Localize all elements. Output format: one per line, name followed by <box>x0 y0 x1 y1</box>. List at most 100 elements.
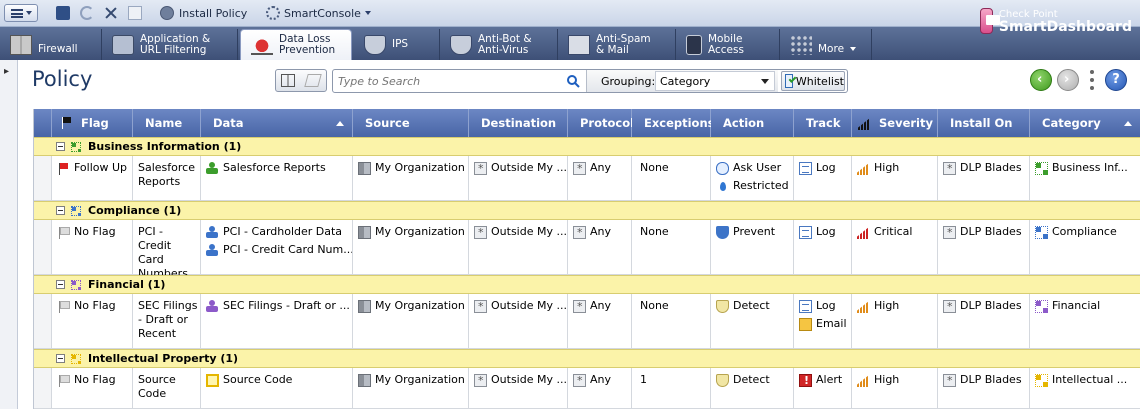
destination-cell[interactable]: Outside My ... <box>469 156 568 200</box>
tab-anti-bot-anti-virus[interactable]: Anti-Bot & Anti-Virus <box>440 29 558 60</box>
flag-cell[interactable]: Follow Up <box>52 156 133 200</box>
smartconsole-menu[interactable]: SmartConsole <box>266 4 371 22</box>
collapse-toggle-icon[interactable] <box>56 142 65 151</box>
refresh-button[interactable] <box>80 4 94 22</box>
expand-arrow-icon[interactable]: ▸ <box>4 66 9 77</box>
data-cell[interactable]: SEC Filings - Draft or ... <box>201 294 353 348</box>
search-icon[interactable] <box>566 74 580 88</box>
more-options-button[interactable] <box>1090 70 1094 90</box>
column-header-source[interactable]: Source <box>353 109 469 137</box>
column-header-exceptions[interactable]: Exceptions <box>632 109 715 137</box>
flag-cell[interactable]: No Flag <box>52 294 133 348</box>
action-cell[interactable]: Ask User Restricted <box>711 156 794 200</box>
install-policy-button[interactable]: Install Policy <box>160 4 247 22</box>
source-cell[interactable]: My Organization <box>353 156 469 200</box>
source-cell[interactable]: My Organization <box>353 368 469 408</box>
flag-cell[interactable]: No Flag <box>52 368 133 408</box>
collapse-toggle-icon[interactable] <box>56 354 65 363</box>
table-row[interactable]: No Flag Source Code Source Code My Organi… <box>34 368 1140 409</box>
row-handle[interactable] <box>34 156 52 200</box>
main-menu-button[interactable] <box>4 4 38 22</box>
name-cell[interactable]: Source Code <box>133 368 201 408</box>
track-cell[interactable]: Log Email <box>794 294 852 348</box>
row-handle[interactable] <box>34 294 52 348</box>
track-cell[interactable]: Alert <box>794 368 852 408</box>
exceptions-cell[interactable]: None <box>632 294 711 348</box>
group-row-intellectual-property[interactable]: Intellectual Property (1) <box>34 349 1140 368</box>
verify-button[interactable] <box>128 4 142 22</box>
data-cell[interactable]: PCI - Cardholder Data PCI - Credit Card … <box>201 220 353 274</box>
track-cell[interactable]: Log <box>794 220 852 274</box>
protocol-cell[interactable]: Any <box>568 220 632 274</box>
flag-cell[interactable]: No Flag <box>52 220 133 274</box>
protocol-cell[interactable]: Any <box>568 156 632 200</box>
action-cell[interactable]: Prevent <box>711 220 794 274</box>
install-on-cell[interactable]: DLP Blades <box>938 220 1030 274</box>
table-row[interactable]: No Flag PCI - Credit Card Numbers PCI - Ca… <box>34 220 1140 280</box>
column-header-flag[interactable]: Flag <box>52 109 133 137</box>
help-button[interactable]: ? <box>1105 69 1127 91</box>
destination-cell[interactable]: Outside My ... <box>469 294 568 348</box>
group-row-financial[interactable]: Financial (1) <box>34 275 1140 294</box>
severity-cell[interactable]: High <box>852 368 938 408</box>
tab-anti-spam-mail[interactable]: Anti-Spam & Mail <box>558 29 676 60</box>
data-cell[interactable]: Source Code <box>201 368 353 408</box>
tab-firewall[interactable]: Firewall <box>0 29 102 60</box>
collapse-toggle-icon[interactable] <box>56 206 65 215</box>
save-button[interactable] <box>56 4 70 22</box>
column-header-install-on[interactable]: Install On <box>938 109 1030 137</box>
column-header-action[interactable]: Action <box>711 109 794 137</box>
tab-application-url-filtering[interactable]: Application & URL Filtering <box>102 29 238 60</box>
search-input[interactable] <box>338 73 558 89</box>
severity-cell[interactable]: High <box>852 294 938 348</box>
column-header-severity[interactable]: Severity <box>852 109 938 137</box>
source-cell[interactable]: My Organization <box>353 294 469 348</box>
destination-cell[interactable]: Outside My ... <box>469 220 568 274</box>
whitelist-button[interactable]: Whitelist <box>781 71 845 91</box>
row-handle[interactable] <box>34 368 52 408</box>
name-cell[interactable]: PCI - Credit Card Numbers <box>133 220 201 280</box>
group-row-business-information[interactable]: Business Information (1) <box>34 137 1140 156</box>
install-on-cell[interactable]: DLP Blades <box>938 368 1030 408</box>
column-header-name[interactable]: Name <box>133 109 201 137</box>
tools-button[interactable] <box>104 4 118 22</box>
category-cell[interactable]: Business Inf... <box>1030 156 1140 200</box>
action-cell[interactable]: Detect <box>711 294 794 348</box>
table-row[interactable]: Follow Up Salesforce Reports Salesforce R… <box>34 156 1140 201</box>
row-handle[interactable] <box>34 220 52 274</box>
column-header-category[interactable]: Category <box>1030 109 1140 137</box>
category-cell[interactable]: Compliance <box>1030 220 1140 274</box>
tab-more[interactable]: More <box>780 29 872 60</box>
group-row-compliance[interactable]: Compliance (1) <box>34 201 1140 220</box>
name-cell[interactable]: SEC Filings - Draft or Recent <box>133 294 201 348</box>
exceptions-cell[interactable]: None <box>632 156 711 200</box>
columns-toggle-button[interactable] <box>275 69 327 92</box>
tab-ips[interactable]: IPS <box>354 29 440 60</box>
action-cell[interactable]: Detect <box>711 368 794 408</box>
protocol-cell[interactable]: Any <box>568 368 632 408</box>
track-cell[interactable]: Log <box>794 156 852 200</box>
grouping-select[interactable]: Category <box>655 71 775 91</box>
column-header-protocol[interactable]: Protocol <box>568 109 634 137</box>
tab-mobile-access[interactable]: Mobile Access <box>676 29 780 60</box>
protocol-cell[interactable]: Any <box>568 294 632 348</box>
data-cell[interactable]: Salesforce Reports <box>201 156 353 200</box>
category-cell[interactable]: Intellectual ... <box>1030 368 1140 408</box>
collapse-toggle-icon[interactable] <box>56 280 65 289</box>
exceptions-cell[interactable]: None <box>632 220 711 274</box>
column-header-track[interactable]: Track <box>794 109 852 137</box>
back-button[interactable]: ‹ <box>1030 69 1052 91</box>
forward-button[interactable]: › <box>1057 69 1079 91</box>
severity-cell[interactable]: High <box>852 156 938 200</box>
column-header-data[interactable]: Data <box>201 109 353 137</box>
destination-cell[interactable]: Outside My ... <box>469 368 568 408</box>
left-navigation-collapsed[interactable]: ▸ <box>0 60 18 409</box>
exceptions-cell[interactable]: 1 <box>632 368 711 408</box>
column-header-destination[interactable]: Destination <box>469 109 568 137</box>
source-cell[interactable]: My Organization <box>353 220 469 274</box>
table-row[interactable]: No Flag SEC Filings - Draft or Recent SEC … <box>34 294 1140 349</box>
category-cell[interactable]: Financial <box>1030 294 1140 348</box>
tab-data-loss-prevention[interactable]: Data Loss Prevention <box>240 29 352 60</box>
install-on-cell[interactable]: DLP Blades <box>938 156 1030 200</box>
install-on-cell[interactable]: DLP Blades <box>938 294 1030 348</box>
